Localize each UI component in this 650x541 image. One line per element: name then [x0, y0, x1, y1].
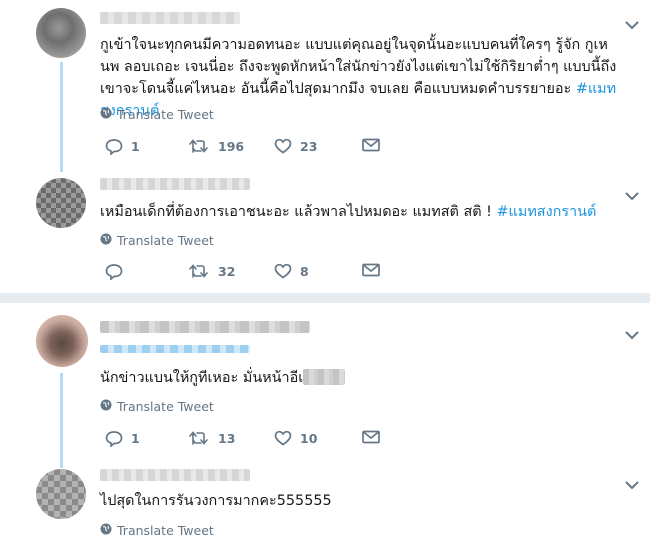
- globe-icon: [100, 233, 112, 248]
- retweet-button[interactable]: 32: [188, 263, 235, 279]
- like-count: 8: [300, 263, 309, 279]
- translate-tweet-button[interactable]: Translate Tweet: [100, 399, 214, 414]
- tweet-body: ไปสุดในการรันวงการมากคะ555555: [100, 493, 332, 509]
- avatar[interactable]: [36, 8, 86, 58]
- retweet-button[interactable]: 13: [188, 430, 235, 446]
- globe-icon: [100, 523, 112, 538]
- hashtag-link[interactable]: #แมทสงกรานต์: [497, 204, 597, 220]
- tweet-menu-chevron-down-icon[interactable]: [625, 186, 639, 201]
- retweet-icon: [188, 430, 210, 446]
- avatar[interactable]: [36, 178, 86, 228]
- translate-tweet-button[interactable]: Translate Tweet: [100, 523, 214, 538]
- tweet-body: นักข่าวแบนให้กูทีเหอะ มั่นหน้าอีเ: [100, 370, 304, 386]
- tweet-body: เหมือนเด็กที่ต้องการเอาชนะอะ แล้วพาลไปหม…: [100, 204, 497, 220]
- author-handle-blurred[interactable]: [100, 345, 250, 353]
- conversation-separator: [0, 293, 650, 303]
- translate-label: Translate Tweet: [117, 107, 214, 122]
- retweet-button[interactable]: 196: [188, 138, 244, 154]
- tweet-menu-chevron-down-icon[interactable]: [625, 475, 639, 490]
- tweet-3[interactable]: นักข่าวแบนให้กูทีเหอะ มั่นหน้าอีเ Transl…: [0, 303, 650, 468]
- translate-label: Translate Tweet: [117, 233, 214, 248]
- tweet-4[interactable]: ไปสุดในการรันวงการมากคะ555555 Translate …: [0, 463, 650, 541]
- translate-tweet-button[interactable]: Translate Tweet: [100, 233, 214, 248]
- like-icon: [274, 430, 292, 446]
- tweet-2[interactable]: เหมือนเด็กที่ต้องการเอาชนะอะ แล้วพาลไปหม…: [0, 170, 650, 290]
- tweet-body: กูเข้าใจนะทุกคนมีความอดทนอะ แบบแต่คุณอยู…: [100, 37, 617, 97]
- message-icon: [362, 263, 380, 277]
- tweet-actions: 1 196 23: [100, 138, 400, 160]
- retweet-icon: [188, 263, 210, 279]
- tweet-text: เหมือนเด็กที่ต้องการเอาชนะอะ แล้วพาลไปหม…: [100, 201, 625, 223]
- retweet-count: 196: [218, 138, 245, 154]
- direct-message-button[interactable]: [362, 263, 380, 277]
- tweet-menu-chevron-down-icon[interactable]: [625, 15, 639, 30]
- like-count: 10: [300, 430, 318, 446]
- censored-word-blur: [303, 369, 346, 385]
- avatar[interactable]: [36, 315, 88, 367]
- message-icon: [362, 430, 380, 444]
- like-icon: [274, 263, 292, 279]
- message-icon: [362, 138, 380, 152]
- thread-line: [60, 373, 63, 468]
- author-name-blurred[interactable]: [100, 469, 250, 481]
- reply-button[interactable]: 1: [105, 430, 140, 447]
- like-button[interactable]: 10: [274, 430, 317, 446]
- direct-message-button[interactable]: [362, 430, 380, 444]
- reply-icon: [105, 138, 123, 155]
- tweet-text: ไปสุดในการรันวงการมากคะ555555: [100, 490, 625, 512]
- like-count: 23: [300, 138, 318, 154]
- tweet-1[interactable]: กูเข้าใจนะทุกคนมีความอดทนอะ แบบแต่คุณอยู…: [0, 0, 650, 172]
- thread-line: [60, 62, 63, 172]
- reply-count: 1: [131, 431, 140, 446]
- author-name-blurred[interactable]: [100, 12, 240, 24]
- like-button[interactable]: 8: [274, 263, 309, 279]
- avatar[interactable]: [36, 469, 86, 519]
- translate-tweet-button[interactable]: Translate Tweet: [100, 107, 214, 122]
- globe-icon: [100, 399, 112, 414]
- retweet-count: 32: [218, 263, 236, 279]
- reply-icon: [105, 430, 123, 447]
- like-icon: [274, 138, 292, 154]
- translate-label: Translate Tweet: [117, 523, 214, 538]
- tweet-menu-chevron-down-icon[interactable]: [625, 325, 639, 340]
- tweet-text: นักข่าวแบนให้กูทีเหอะ มั่นหน้าอีเ: [100, 367, 625, 389]
- retweet-count: 13: [218, 430, 236, 446]
- tweet-actions: 32 8: [100, 263, 400, 285]
- reply-button[interactable]: [105, 263, 131, 280]
- direct-message-button[interactable]: [362, 138, 380, 152]
- globe-icon: [100, 107, 112, 122]
- reply-icon: [105, 263, 123, 280]
- author-name-blurred[interactable]: [100, 321, 310, 333]
- like-button[interactable]: 23: [274, 138, 317, 154]
- translate-label: Translate Tweet: [117, 399, 214, 414]
- reply-count: 1: [131, 139, 140, 154]
- tweet-actions: 1 13 10: [100, 430, 400, 452]
- retweet-icon: [188, 138, 210, 154]
- reply-button[interactable]: 1: [105, 138, 140, 155]
- author-name-blurred[interactable]: [100, 178, 250, 190]
